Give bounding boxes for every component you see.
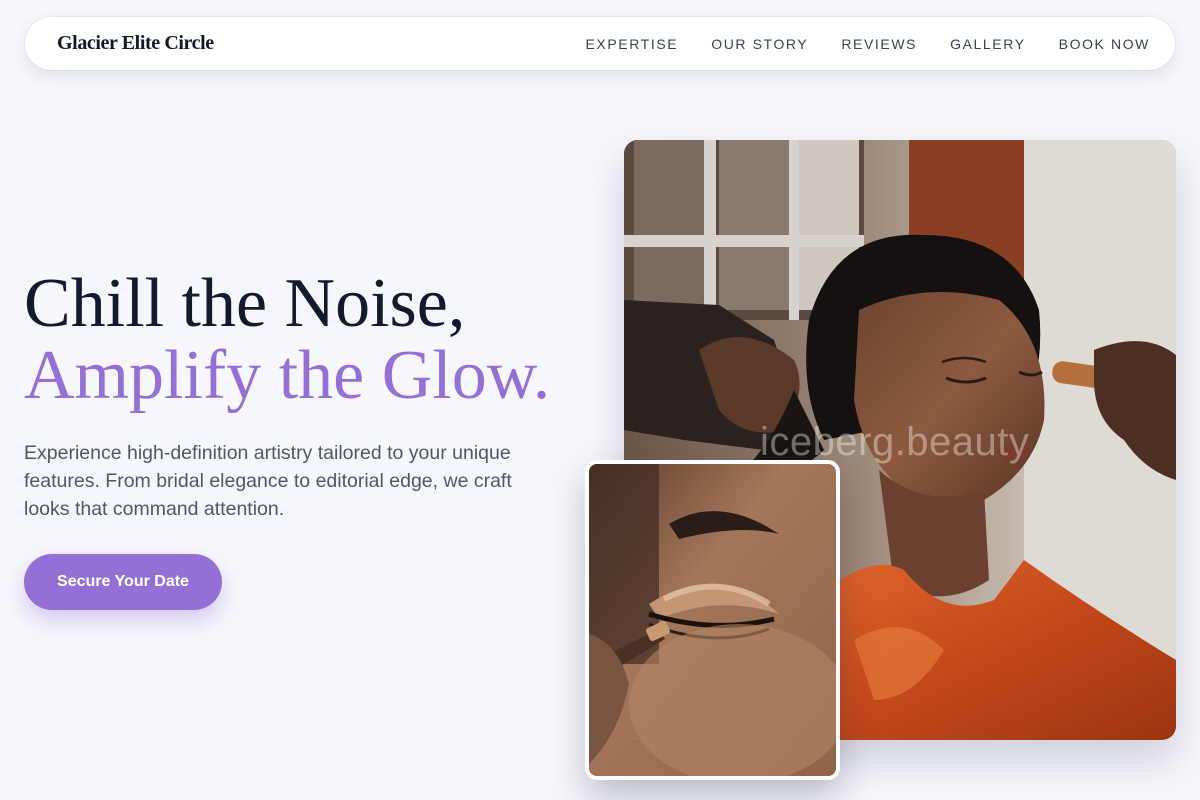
nav-link-expertise[interactable]: EXPERTISE	[585, 36, 678, 52]
hero-title-line2: Amplify the Glow.	[24, 337, 551, 414]
image-watermark: iceberg.beauty	[760, 420, 1030, 464]
nav-link-our-story[interactable]: OUR STORY	[711, 36, 808, 52]
nav-link-gallery[interactable]: GALLERY	[950, 36, 1026, 52]
landing-page: Glacier Elite Circle EXPERTISE OUR STORY…	[0, 0, 1200, 800]
hero-title: Chill the Noise, Amplify the Glow.	[24, 268, 550, 412]
hero-title-line1: Chill the Noise,	[24, 265, 466, 342]
top-navbar: Glacier Elite Circle EXPERTISE OUR STORY…	[25, 17, 1175, 70]
brand-logo[interactable]: Glacier Elite Circle	[57, 32, 214, 55]
hero-detail-photo	[585, 460, 840, 780]
secure-date-button[interactable]: Secure Your Date	[24, 554, 222, 610]
nav-links: EXPERTISE OUR STORY REVIEWS GALLERY BOOK…	[552, 36, 1150, 52]
nav-link-book-now[interactable]: BOOK NOW	[1059, 36, 1150, 52]
eye-closeup-image	[589, 464, 836, 776]
nav-link-reviews[interactable]: REVIEWS	[841, 36, 917, 52]
hero-description: Experience high-definition artistry tail…	[24, 442, 512, 520]
